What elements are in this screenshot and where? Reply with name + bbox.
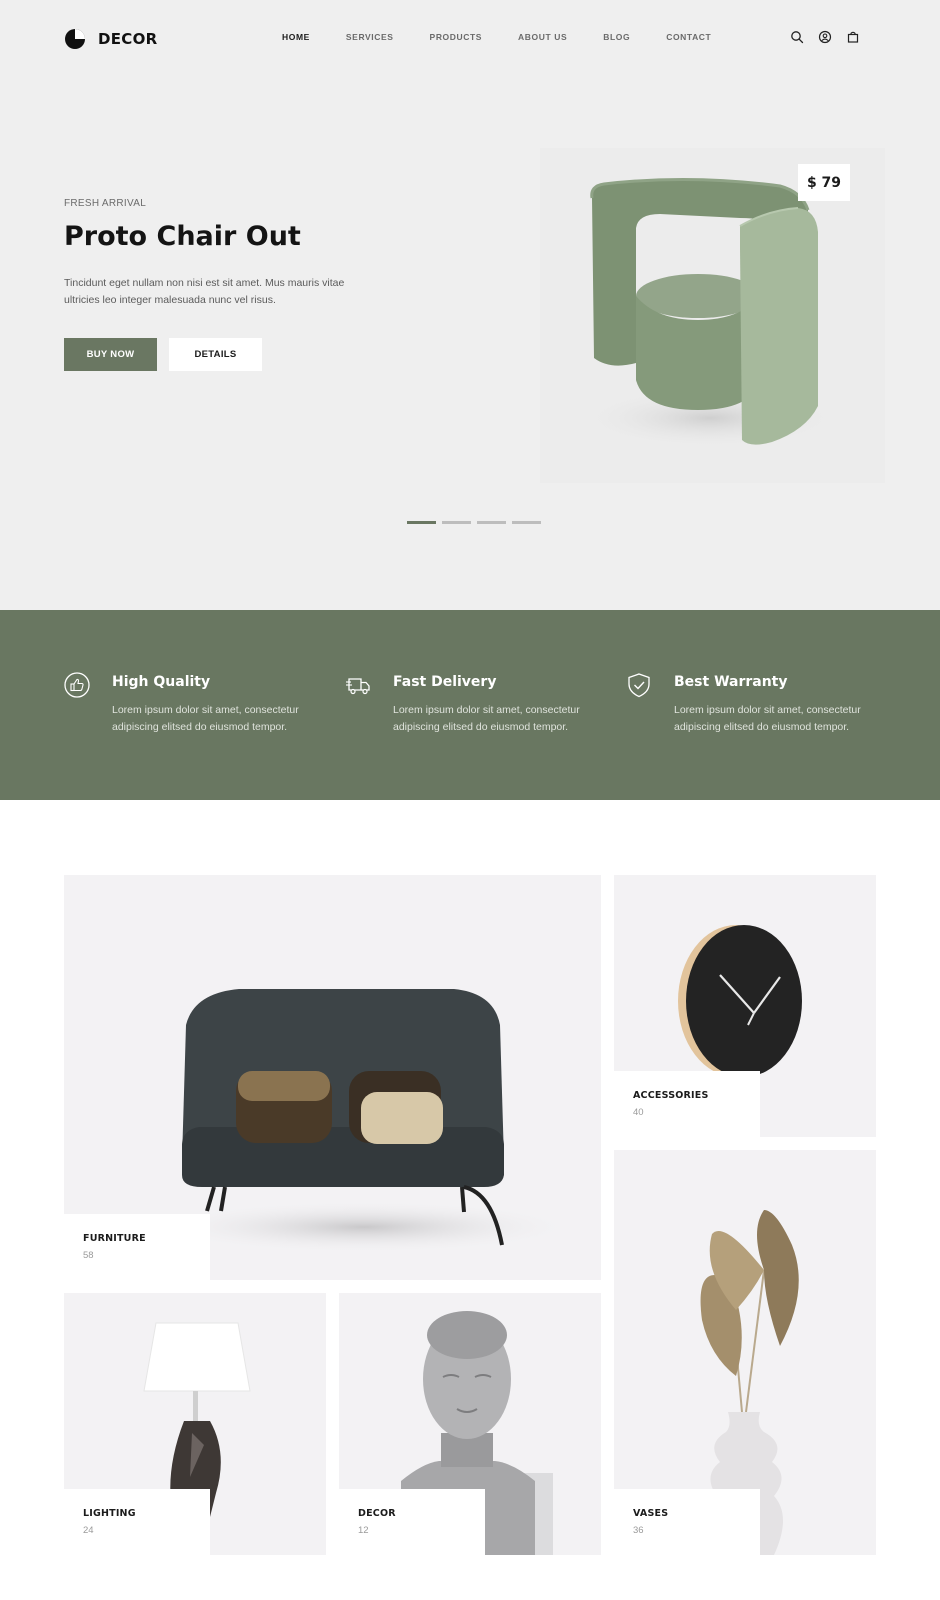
category-card-furniture[interactable]: FURNITURE 58 <box>64 875 601 1280</box>
category-name: ACCESSORIES <box>633 1090 709 1101</box>
category-count: 40 <box>633 1107 644 1118</box>
header-actions <box>790 30 860 44</box>
feature-title: Best Warranty <box>674 674 788 690</box>
nav-item-blog[interactable]: BLOG <box>603 32 630 42</box>
price-badge: $ 79 <box>798 164 850 201</box>
category-count: 12 <box>358 1525 369 1536</box>
nav-item-products[interactable]: PRODUCTS <box>430 32 483 42</box>
nav-item-services[interactable]: SERVICES <box>346 32 394 42</box>
brand-name: DECOR <box>98 30 158 48</box>
category-label: LIGHTING 24 <box>64 1489 210 1555</box>
category-card-accessories[interactable]: ACCESSORIES 40 <box>614 875 876 1137</box>
details-button[interactable]: DETAILS <box>169 338 262 371</box>
shield-check-icon <box>626 672 652 698</box>
hero-section: FRESH ARRIVAL Proto Chair Out Tincidunt … <box>0 78 940 610</box>
category-count: 58 <box>83 1250 94 1261</box>
thumbs-up-icon <box>64 672 90 698</box>
category-name: FURNITURE <box>83 1233 146 1244</box>
feature-title: High Quality <box>112 674 211 690</box>
buy-now-button[interactable]: BUY NOW <box>64 338 157 371</box>
site-header: DECOR HOME SERVICES PRODUCTS ABOUT US BL… <box>0 0 940 78</box>
category-card-vases[interactable]: VASES 36 <box>614 1150 876 1555</box>
user-icon[interactable] <box>818 30 832 44</box>
category-name: LIGHTING <box>83 1508 136 1519</box>
feature-title: Fast Delivery <box>393 674 497 690</box>
category-card-lighting[interactable]: LIGHTING 24 <box>64 1293 326 1555</box>
delivery-truck-icon <box>345 672 371 698</box>
category-card-decor[interactable]: DECOR 12 <box>339 1293 601 1555</box>
logo[interactable]: DECOR <box>64 28 158 50</box>
nav-item-home[interactable]: HOME <box>282 32 310 42</box>
category-label: DECOR 12 <box>339 1489 485 1555</box>
hero-title: Proto Chair Out <box>64 221 301 252</box>
slider-dots <box>407 521 541 524</box>
search-icon[interactable] <box>790 30 804 44</box>
slider-dot-3[interactable] <box>477 521 506 524</box>
slider-dot-2[interactable] <box>442 521 471 524</box>
bag-icon[interactable] <box>846 30 860 44</box>
hero-eyebrow: FRESH ARRIVAL <box>64 198 147 209</box>
feature-description: Lorem ipsum dolor sit amet, consectetur … <box>393 704 580 733</box>
features-section: High Quality Lorem ipsum dolor sit amet,… <box>0 610 940 800</box>
category-label: FURNITURE 58 <box>64 1214 210 1280</box>
slider-dot-1[interactable] <box>407 521 436 524</box>
category-name: DECOR <box>358 1508 396 1519</box>
main-nav: HOME SERVICES PRODUCTS ABOUT US BLOG CON… <box>282 32 747 42</box>
category-label: ACCESSORIES 40 <box>614 1071 760 1137</box>
category-name: VASES <box>633 1508 669 1519</box>
logo-icon <box>64 28 86 50</box>
category-count: 36 <box>633 1525 644 1536</box>
slider-dot-4[interactable] <box>512 521 541 524</box>
hero-description: Tincidunt eget nullam non nisi est sit a… <box>64 277 345 306</box>
nav-item-about-us[interactable]: ABOUT US <box>518 32 567 42</box>
feature-description: Lorem ipsum dolor sit amet, consectetur … <box>112 704 299 733</box>
category-label: VASES 36 <box>614 1489 760 1555</box>
feature-description: Lorem ipsum dolor sit amet, consectetur … <box>674 704 861 733</box>
category-count: 24 <box>83 1525 94 1536</box>
nav-item-contact[interactable]: CONTACT <box>666 32 711 42</box>
